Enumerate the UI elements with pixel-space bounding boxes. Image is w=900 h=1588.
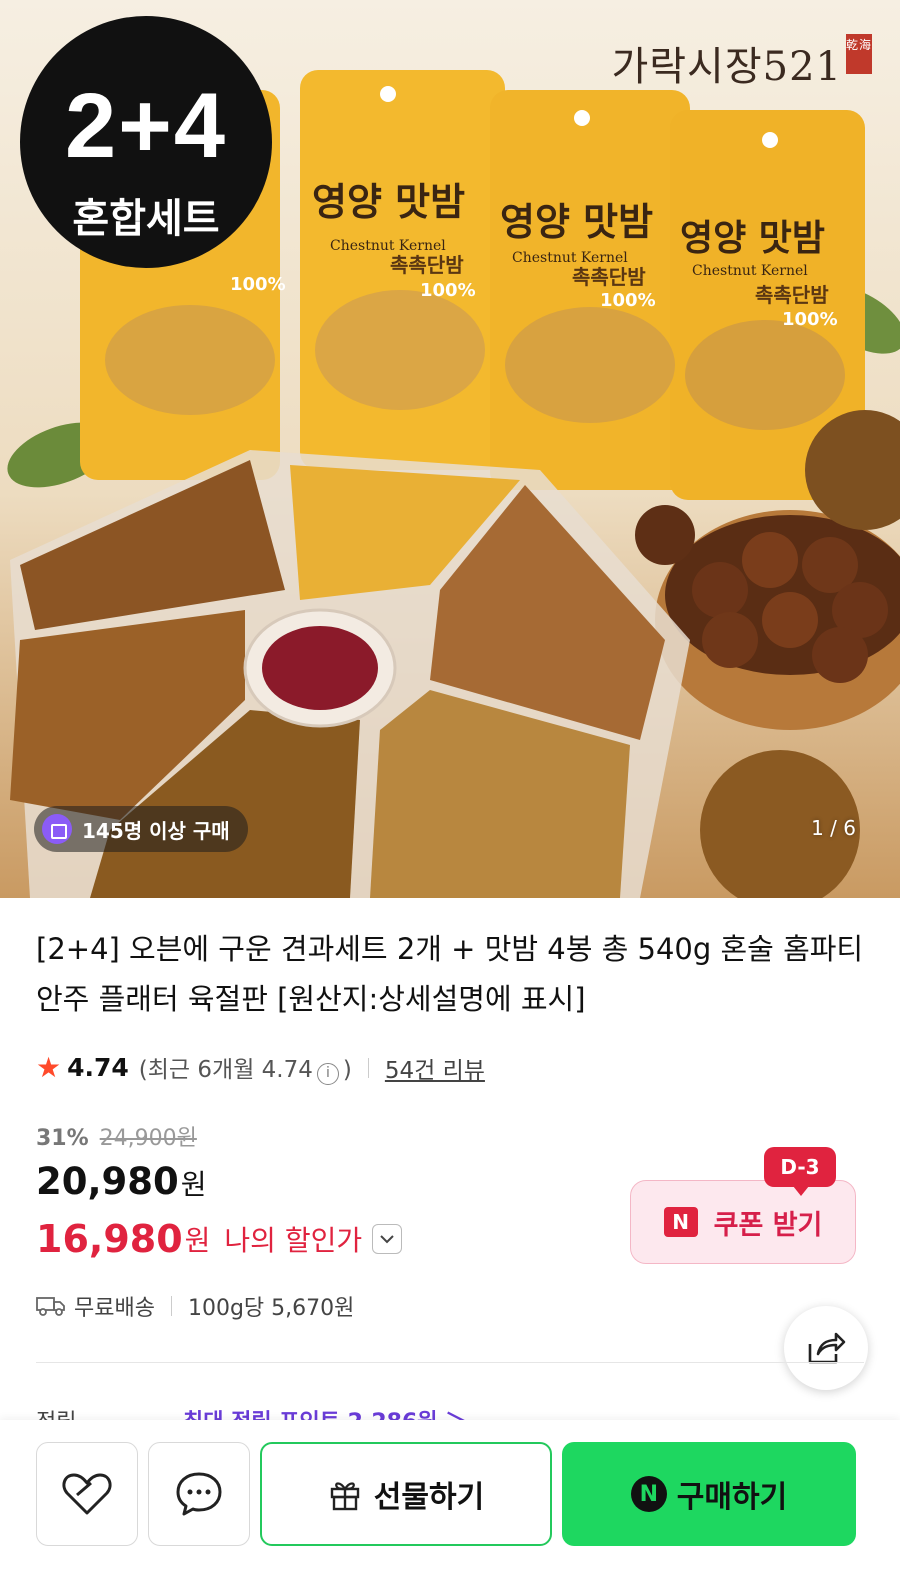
buy-label: 구매하기 <box>676 1480 788 1515</box>
my-discount-label: 나의 할인가 <box>224 1224 363 1257</box>
review-count-link[interactable]: 54건 리뷰 <box>385 1051 485 1085</box>
buyers-count-pill: 145명 이상 구매 <box>34 806 248 852</box>
divider <box>170 1296 172 1316</box>
product-title: [2+4] 오븐에 구운 견과세트 2개 + 맛밤 4봉 총 540g 혼술 홈… <box>36 932 864 1016</box>
svg-text:촉촉단밤: 촉촉단밤 <box>390 253 464 277</box>
naver-n-icon: N <box>663 1207 698 1237</box>
svg-text:Chestnut Kernel: Chestnut Kernel <box>512 250 628 266</box>
svg-text:100%: 100% <box>600 290 656 311</box>
svg-text:100%: 100% <box>782 309 838 330</box>
truck-icon <box>36 1297 65 1316</box>
coupon-dday-badge: D-3 <box>764 1147 836 1196</box>
divider <box>367 1057 369 1078</box>
share-button[interactable] <box>784 1306 868 1390</box>
discount-rate: 31% <box>36 1126 89 1151</box>
svg-text:영양 맛밤: 영양 맛밤 <box>500 200 653 244</box>
promo-badge: 2+4 혼합세트 <box>20 16 272 268</box>
bottom-action-bar: 선물하기 N 구매하기 <box>0 1420 900 1588</box>
svg-text:100%: 100% <box>230 274 286 295</box>
chat-bubble-icon <box>176 1472 222 1516</box>
points-text: 최대 적립 포인트 2,286원 ＞ <box>183 1410 467 1420</box>
svg-text:100%: 100% <box>420 280 476 301</box>
product-image-carousel[interactable]: 영양 맛밤 영양 맛밤 영양 맛밤 Chestnut Kernel Chestn… <box>0 0 900 898</box>
recent-rating: (최근 6개월 4.74 i) <box>138 1057 352 1085</box>
gift-label: 선물하기 <box>373 1480 485 1515</box>
shipping-row: 무료배송 100g당 5,670원 <box>36 1290 354 1322</box>
original-price: 24,900원 <box>99 1126 197 1151</box>
points-row[interactable]: 적립 최대 적립 포인트 2,286원 ＞ <box>36 1404 736 1420</box>
buy-button[interactable]: N 구매하기 <box>562 1442 856 1546</box>
chevron-down-icon[interactable] <box>372 1224 403 1254</box>
talk-button[interactable] <box>148 1442 250 1546</box>
star-icon: ★ <box>36 1051 62 1084</box>
svg-text:영양 맛밤: 영양 맛밤 <box>312 180 465 224</box>
sale-price: 20,980원 <box>36 1160 207 1203</box>
svg-text:영양 맛밤: 영양 맛밤 <box>680 218 825 259</box>
brand-logo: 가락시장521 乾海 <box>611 34 872 92</box>
coupon-label: 쿠폰 받기 <box>713 1209 823 1241</box>
my-discount-price: 16,980 원 나의 할인가 <box>36 1217 403 1261</box>
buyers-count-text: 145명 이상 구매 <box>82 818 230 843</box>
svg-text:Chestnut Kernel: Chestnut Kernel <box>692 263 808 279</box>
discount-row: 31% 24,900원 <box>36 1120 197 1152</box>
rating-row: ★ 4.74 (최근 6개월 4.74 i) 54건 리뷰 <box>36 1050 485 1085</box>
svg-text:Chestnut Kernel: Chestnut Kernel <box>330 238 446 254</box>
promo-badge-small: 혼합세트 <box>72 196 220 242</box>
shopping-bag-icon <box>42 814 72 844</box>
svg-text:촉촉단밤: 촉촉단밤 <box>755 283 829 307</box>
svg-text:촉촉단밤: 촉촉단밤 <box>572 265 646 289</box>
section-divider <box>36 1362 864 1363</box>
unit-price: 100g당 5,670원 <box>187 1296 355 1321</box>
heart-icon <box>62 1473 112 1515</box>
wishlist-button[interactable] <box>36 1442 138 1546</box>
carousel-page-indicator: 1 / 6 <box>811 816 856 840</box>
promo-badge-big: 2+4 <box>64 75 228 177</box>
rating-value: 4.74 <box>67 1053 129 1082</box>
info-icon[interactable]: i <box>316 1063 339 1085</box>
naver-n-icon: N <box>630 1476 667 1512</box>
shipping-text: 무료배송 <box>74 1296 155 1321</box>
share-icon <box>808 1332 846 1364</box>
gift-icon <box>330 1482 359 1511</box>
coupon-button[interactable]: N 쿠폰 받기 <box>630 1180 856 1264</box>
gift-button[interactable]: 선물하기 <box>260 1442 552 1546</box>
points-label: 적립 <box>36 1404 176 1420</box>
